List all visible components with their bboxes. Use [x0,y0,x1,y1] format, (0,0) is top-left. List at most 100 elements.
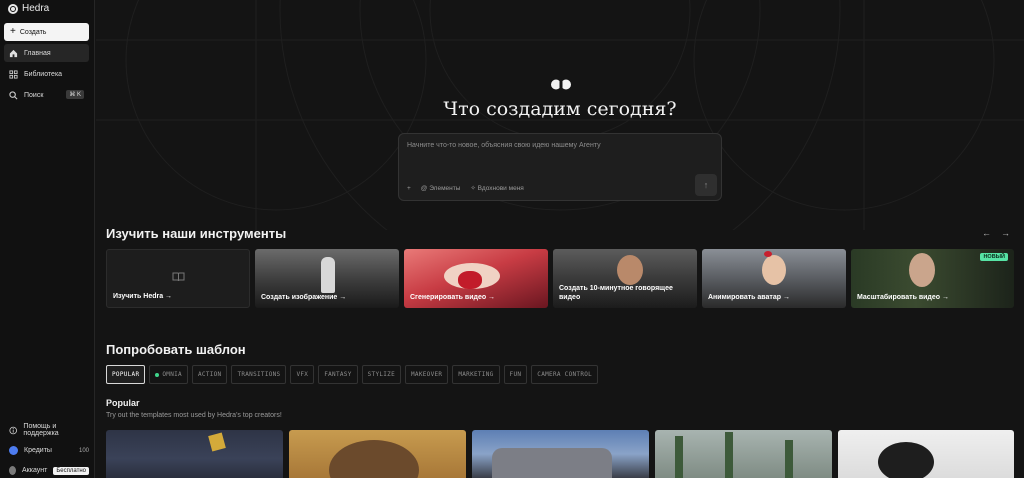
plus-icon: + [10,26,16,37]
hair-shape [329,440,419,478]
tag-label: MAKEOVER [411,371,443,378]
cactus-shape [725,432,733,478]
tag-marketing[interactable]: MARKETING [452,365,500,384]
template-thumbnail[interactable] [289,430,466,478]
credits-value: 100 [78,447,89,454]
tag-transitions[interactable]: TRANSITIONS [231,365,287,384]
credits-icon [9,446,18,455]
magic-wand-icon: ✧ [470,185,476,192]
sidebar-item-label: Библиотека [24,70,63,78]
create-button[interactable]: + Создать [4,23,89,41]
elements-button[interactable]: @ Элементы [421,185,461,192]
tool-card-label: Создать изображение → [261,294,347,301]
arrow-up-icon: ↑ [703,180,709,190]
sidebar: Hedra + Создать Главная Библиотека Поиск… [0,0,95,478]
info-icon [9,426,18,434]
tool-card-image[interactable]: Создать изображение → [255,249,399,308]
popular-section-title: Popular [106,398,140,408]
book-icon [172,272,185,282]
prompt-tools: + @ Элементы ✧ Вдохнови меня [407,184,524,193]
brand[interactable]: Hedra [8,3,49,14]
tag-label: FUN [509,371,522,378]
send-button[interactable]: ↑ [695,174,717,196]
tag-fantasy[interactable]: FANTASY [318,365,358,384]
tool-card-video[interactable]: Сгенерировать видео → [404,249,548,308]
tool-card-label: Масштабировать видео → [857,294,949,301]
card-shape [208,432,226,452]
hero-title: Что создадим сегодня? [443,98,677,120]
arrow-left-icon[interactable]: ← [982,228,991,238]
tool-card-upscale[interactable]: НОВЫЙ Масштабировать видео → [851,249,1014,308]
tag-label: STYLIZE [367,371,396,378]
main-content: Что создадим сегодня? Начните что-то нов… [96,0,1024,478]
tag-label: POPULAR [112,371,140,378]
account-label: Аккаунт [22,467,48,474]
inspire-button[interactable]: ✧ Вдохнови меня [470,184,523,192]
status-dot-icon [155,372,160,377]
tag-label: CAMERA CONTROL [537,371,593,378]
brand-name: Hedra [22,3,50,14]
tool-card-explore[interactable]: Изучить Hedra → [106,249,250,308]
prompt-input[interactable]: Начните что-то новое, объясния свою идею… [407,142,601,149]
sidebar-item-label: Поиск [24,91,44,99]
face-shape [909,253,935,287]
hedra-logo-icon [8,3,18,14]
tool-card-label: Анимировать аватар → [708,294,790,301]
helmet-shape [878,442,934,478]
credits-label: Кредиты [24,447,52,454]
tool-card-label: Изучить Hedra → [113,293,173,300]
help-label: Помощь и поддержка [23,423,59,437]
tag-omnia[interactable]: OMNIA [149,365,188,384]
face-shape [617,255,643,285]
sidebar-item-label: Главная [24,49,51,57]
tool-card-label: Создать 10-минутное говорящее видео [559,285,673,301]
elements-label: Элементы [429,184,461,192]
tool-card-animate-avatar[interactable]: Анимировать аватар → [702,249,846,308]
template-thumbnail[interactable] [106,430,283,478]
help-support-link[interactable]: Помощь и поддержка [4,423,89,437]
search-shortcut: ⌘ K [66,90,84,99]
template-tags: POPULAR OMNIA ACTION TRANSITIONS VFX FAN… [106,365,599,384]
tag-fun[interactable]: FUN [503,365,528,384]
tool-card-talking-video[interactable]: Создать 10-минутное говорящее видео [553,249,697,308]
tag-label: FANTASY [324,371,352,378]
sidebar-item-home[interactable]: Главная [4,44,89,62]
template-thumbnail[interactable] [472,430,649,478]
template-thumbnail[interactable] [655,430,832,478]
tag-vfx[interactable]: VFX [290,365,315,384]
sidebar-item-library[interactable]: Библиотека [4,65,89,83]
at-icon: @ [420,184,428,192]
hedra-mark-icon [551,79,571,90]
template-thumbnail[interactable] [838,430,1014,478]
create-label: Создать [19,28,47,36]
tag-makeover[interactable]: MAKEOVER [405,365,449,384]
face-shape [762,255,786,285]
search-icon [9,90,18,99]
tag-label: VFX [296,371,309,378]
cactus-shape [785,440,793,478]
flower-shape [764,251,772,257]
prompt-box[interactable]: Начните что-то новое, объясния свою идею… [398,133,722,201]
tag-popular[interactable]: POPULAR [106,365,146,384]
add-attachment-icon[interactable]: + [407,185,411,192]
tag-camera-control[interactable]: CAMERA CONTROL [531,365,599,384]
tag-label: TRANSITIONS [237,371,281,378]
tag-action[interactable]: ACTION [191,365,228,384]
arrow-right-icon[interactable]: → [1001,228,1010,238]
sidebar-item-search[interactable]: Поиск ⌘ K [4,86,89,104]
avatar [9,466,17,475]
strawberry-shape [458,271,482,289]
tag-label: ACTION [197,371,222,378]
credits-row[interactable]: Кредиты 100 [4,446,89,455]
plan-badge: Бесплатно [53,466,89,475]
templates-title: Попробовать шаблон [106,342,246,357]
popular-section-desc: Try out the templates most used by Hedra… [106,412,282,419]
tag-stylize[interactable]: STYLIZE [361,365,402,384]
account-row[interactable]: Аккаунт Бесплатно [4,466,89,475]
tag-label: OMNIA [162,371,182,378]
tools-title: Изучить наши инструменты [106,226,287,241]
new-badge: НОВЫЙ [980,253,1008,261]
car-shape [492,448,612,478]
home-icon [9,49,18,57]
grid-icon [9,69,18,79]
